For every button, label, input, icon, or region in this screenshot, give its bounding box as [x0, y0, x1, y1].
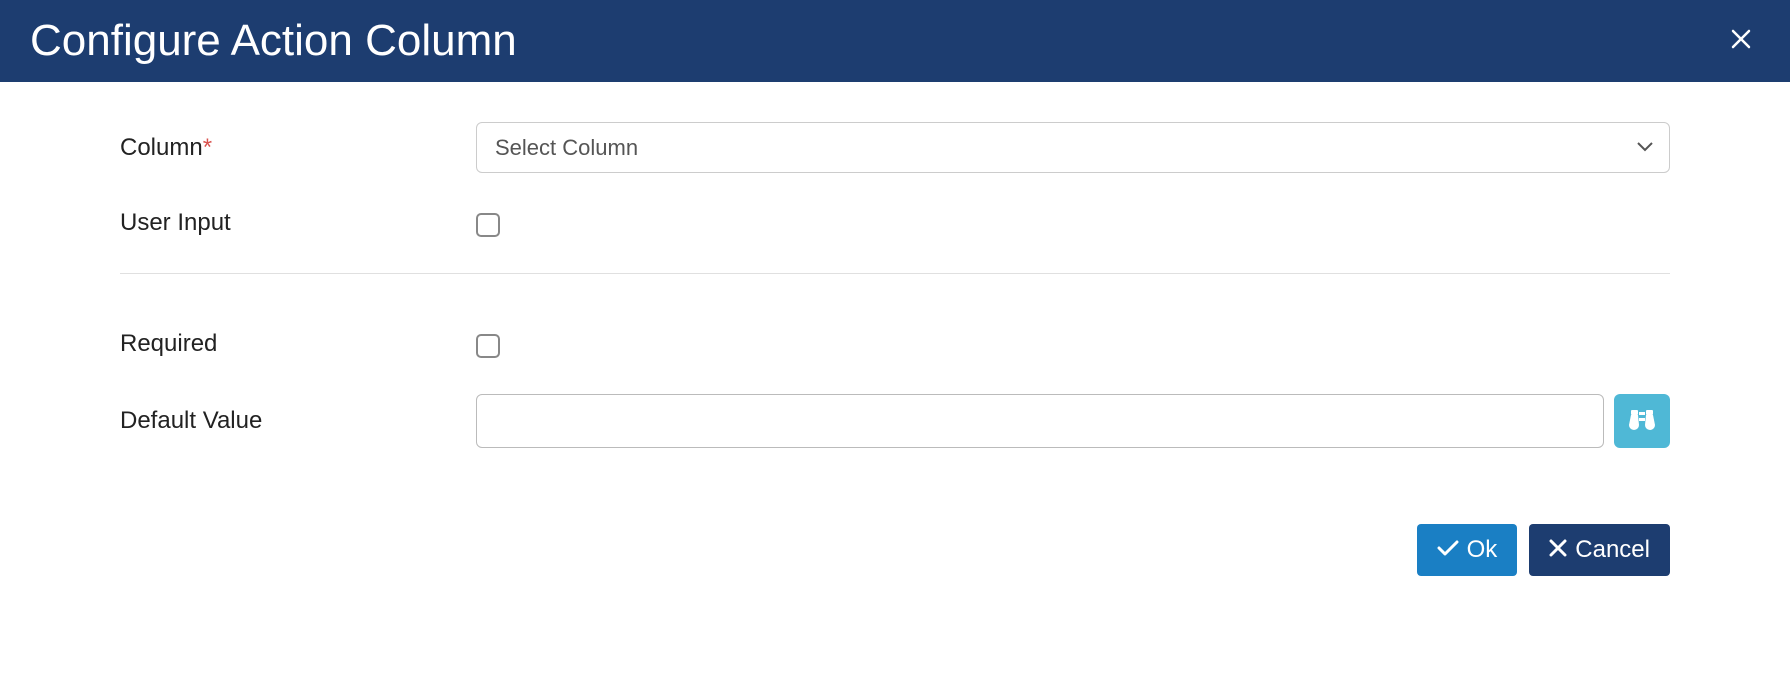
check-icon [1437, 536, 1459, 564]
required-label: Required [120, 330, 476, 358]
form-row-user-input: User Input [120, 209, 1670, 237]
modal-header: Configure Action Column [0, 0, 1790, 82]
default-value-input[interactable] [476, 394, 1604, 448]
binoculars-icon [1628, 407, 1656, 436]
column-select[interactable]: Select Column [476, 122, 1670, 173]
cancel-label: Cancel [1575, 536, 1650, 564]
modal-body: Column* Select Column User Input Require… [0, 82, 1790, 504]
ok-label: Ok [1467, 536, 1498, 564]
default-value-label: Default Value [120, 407, 476, 435]
user-input-checkbox[interactable] [476, 213, 500, 237]
close-icon [1730, 25, 1752, 56]
divider [120, 273, 1670, 274]
close-button[interactable] [1722, 27, 1760, 55]
user-input-label: User Input [120, 209, 476, 237]
cancel-button[interactable]: Cancel [1529, 524, 1670, 576]
required-checkbox[interactable] [476, 334, 500, 358]
form-row-required: Required [120, 330, 1670, 358]
modal-footer: Ok Cancel [0, 504, 1790, 616]
column-label: Column* [120, 134, 476, 162]
form-row-column: Column* Select Column [120, 122, 1670, 173]
required-asterisk: * [203, 134, 212, 161]
modal-title: Configure Action Column [30, 16, 517, 66]
cancel-icon [1549, 536, 1567, 564]
ok-button[interactable]: Ok [1417, 524, 1518, 576]
lookup-button[interactable] [1614, 394, 1670, 448]
form-row-default-value: Default Value [120, 394, 1670, 448]
